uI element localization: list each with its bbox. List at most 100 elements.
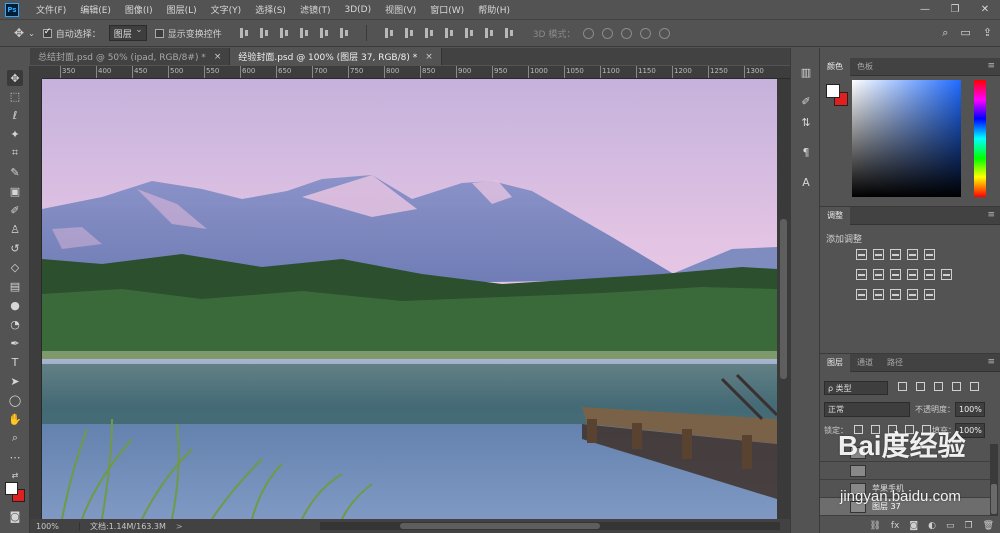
close-button[interactable]: ✕: [970, 0, 1000, 19]
layer-row[interactable]: [820, 444, 990, 462]
restore-button[interactable]: ❐: [940, 0, 970, 19]
filter-shape-icon[interactable]: [952, 382, 961, 391]
vertical-ruler[interactable]: [30, 79, 42, 519]
tab-swatches[interactable]: 色板: [850, 58, 880, 76]
tab-close-icon[interactable]: ×: [425, 52, 433, 62]
distribute-right-icon[interactable]: [483, 27, 497, 39]
fill-input[interactable]: 100%: [955, 423, 985, 438]
align-right-icon[interactable]: [338, 27, 352, 39]
blend-mode-select[interactable]: 正常: [824, 402, 910, 417]
color-balance-icon[interactable]: [873, 269, 884, 280]
path-selection-tool-icon[interactable]: ➤: [7, 373, 23, 389]
show-transform-option[interactable]: 显示变换控件: [154, 27, 222, 40]
panel-menu-icon[interactable]: ≡: [987, 210, 995, 220]
distribute-vcenter-icon[interactable]: [403, 27, 417, 39]
scrollbar-thumb[interactable]: [991, 484, 997, 514]
vibrance-icon[interactable]: [924, 249, 935, 260]
panel-menu-icon[interactable]: ≡: [987, 61, 995, 71]
slide-3d-icon[interactable]: [640, 27, 652, 39]
levels-icon[interactable]: [873, 249, 884, 260]
lock-all-icon[interactable]: [922, 425, 931, 434]
workspace-icon[interactable]: ▭: [960, 26, 970, 40]
type-tool-icon[interactable]: T: [7, 354, 23, 370]
photo-filter-icon[interactable]: [907, 269, 918, 280]
black-white-icon[interactable]: [890, 269, 901, 280]
magic-wand-tool-icon[interactable]: ✦: [7, 126, 23, 142]
new-layer-icon[interactable]: ❐: [964, 521, 972, 531]
color-picker-field[interactable]: [852, 80, 961, 197]
crop-tool-icon[interactable]: ⌗: [7, 145, 23, 161]
scrollbar-thumb[interactable]: [780, 219, 787, 379]
tool-preset-dropdown-icon[interactable]: ⌄: [28, 29, 35, 38]
color-lookup-icon[interactable]: [941, 269, 952, 280]
layer-filter-select[interactable]: ρ 类型: [824, 381, 888, 395]
layer-row[interactable]: 苹果手机: [820, 480, 990, 498]
brightness-contrast-icon[interactable]: [856, 249, 867, 260]
share-icon[interactable]: ⇪: [983, 26, 992, 40]
tab-channels[interactable]: 通道: [850, 354, 880, 372]
auto-select-option[interactable]: 自动选择：: [42, 27, 101, 40]
swap-colors-icon[interactable]: ⇄: [7, 467, 23, 483]
layers-scrollbar[interactable]: [990, 444, 998, 516]
minimize-button[interactable]: —: [910, 0, 940, 19]
lock-artboard-icon[interactable]: [905, 425, 914, 434]
menu-filter[interactable]: 滤镜(T): [293, 3, 338, 16]
exposure-icon[interactable]: [907, 249, 918, 260]
foreground-color-swatch[interactable]: [826, 84, 840, 98]
canvas-vertical-scrollbar[interactable]: [777, 79, 790, 519]
healing-brush-tool-icon[interactable]: ▣: [7, 183, 23, 199]
align-hcenter-icon[interactable]: [318, 27, 332, 39]
more-tools-icon[interactable]: ⋯: [7, 449, 23, 465]
menu-type[interactable]: 文字(Y): [204, 3, 249, 16]
lock-position-icon[interactable]: [888, 425, 897, 434]
horizontal-ruler[interactable]: 350 400 450 500 550 600 650 700 750 800 850 900 950 1…: [42, 66, 790, 79]
tab-experience-cover[interactable]: 经验封面.psd @ 100% (图层 37, RGB/8) * ×: [230, 48, 442, 65]
auto-select-target-select[interactable]: 图层: [108, 25, 147, 41]
opacity-input[interactable]: 100%: [955, 402, 985, 417]
lock-image-icon[interactable]: [871, 425, 880, 434]
distribute-top-icon[interactable]: [383, 27, 397, 39]
quick-mask-icon[interactable]: ◙: [7, 508, 23, 524]
lasso-tool-icon[interactable]: ℓ: [7, 107, 23, 123]
tab-paths[interactable]: 路径: [880, 354, 910, 372]
history-panel-icon[interactable]: ▥: [798, 64, 814, 80]
paragraph-panel-icon[interactable]: ¶: [798, 144, 814, 160]
tab-summary-cover[interactable]: 总结封面.psd @ 50% (ipad, RGB/8#) * ×: [30, 48, 231, 65]
zoom-tool-icon[interactable]: ⌕: [7, 430, 23, 446]
eyedropper-tool-icon[interactable]: ✎: [7, 164, 23, 180]
layer-row-selected[interactable]: 图层 37: [820, 498, 990, 516]
layer-style-icon[interactable]: fx: [891, 521, 900, 531]
canvas[interactable]: [42, 79, 777, 519]
tab-adjustments[interactable]: 调整: [820, 206, 850, 225]
distribute-hcenter-icon[interactable]: [463, 27, 477, 39]
menu-window[interactable]: 窗口(W): [423, 3, 471, 16]
dodge-tool-icon[interactable]: ◔: [7, 316, 23, 332]
layer-row[interactable]: [820, 462, 990, 480]
pen-tool-icon[interactable]: ✒: [7, 335, 23, 351]
hand-tool-icon[interactable]: ✋: [7, 411, 23, 427]
brush-tool-icon[interactable]: ✐: [7, 202, 23, 218]
auto-align-icon[interactable]: [503, 27, 517, 39]
invert-icon[interactable]: [856, 289, 867, 300]
canvas-horizontal-scrollbar[interactable]: [320, 522, 780, 530]
properties-panel-icon[interactable]: ⇅: [798, 114, 814, 130]
rotate-3d-icon[interactable]: [583, 27, 595, 39]
move-tool-icon[interactable]: ✥: [7, 70, 23, 86]
brush-panel-icon[interactable]: ✐: [798, 93, 814, 109]
new-adjustment-icon[interactable]: ◐: [928, 521, 936, 531]
channel-mixer-icon[interactable]: [924, 269, 935, 280]
menu-3d[interactable]: 3D(D): [337, 5, 378, 15]
foreground-color-swatch[interactable]: [5, 482, 18, 495]
zoom-level[interactable]: 100%: [30, 521, 80, 531]
selective-color-icon[interactable]: [907, 289, 918, 300]
roll-3d-icon[interactable]: [602, 27, 614, 39]
filter-smart-object-icon[interactable]: [970, 382, 979, 391]
menu-view[interactable]: 视图(V): [378, 3, 423, 16]
menu-layer[interactable]: 图层(L): [160, 3, 204, 16]
tab-color[interactable]: 颜色: [820, 57, 850, 76]
add-mask-icon[interactable]: ◙: [909, 521, 918, 531]
panel-menu-icon[interactable]: ≡: [987, 357, 995, 367]
menu-file[interactable]: 文件(F): [29, 3, 73, 16]
show-transform-checkbox[interactable]: [154, 28, 164, 38]
menu-edit[interactable]: 编辑(E): [73, 3, 118, 16]
